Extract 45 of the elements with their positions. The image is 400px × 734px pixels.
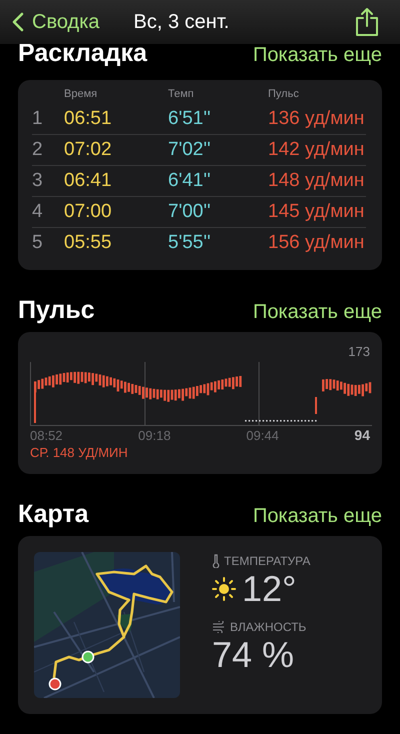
table-cell-text: 156 уд/мин xyxy=(268,232,366,254)
temperature-label: ТЕМПЕРАТУРА xyxy=(224,554,310,568)
column-header: Время xyxy=(64,88,98,100)
time-label: 08:52 xyxy=(30,428,64,442)
table-cell-text: 06:41 xyxy=(64,170,113,192)
chevron-left-icon xyxy=(12,12,24,32)
table-cell-text: 5'55'' xyxy=(168,232,212,254)
average-heart-rate: СР. 148 УД/МИН xyxy=(30,445,128,460)
table-cell-text: 145 уд/мин xyxy=(268,201,366,223)
max-label: 173 xyxy=(348,344,370,361)
table-cell-text: 06:51 xyxy=(64,108,113,130)
column-header: Темп xyxy=(168,88,195,100)
row-number: 3 xyxy=(32,170,44,192)
temperature-value: 12° xyxy=(242,568,296,610)
humidity-label: ВЛАЖНОСТЬ xyxy=(230,620,306,634)
show-more-link[interactable]: Показать еще xyxy=(252,505,382,528)
thermometer-icon xyxy=(212,554,220,568)
sun-icon xyxy=(212,577,236,601)
table-cell-text: 148 уд/мин xyxy=(268,170,366,192)
show-more-link[interactable]: Показать еще xyxy=(252,301,382,324)
row-number: 1 xyxy=(32,108,44,130)
table-cell-text: 7'00'' xyxy=(168,201,212,223)
time-label: 09:18 xyxy=(138,428,172,442)
table-cell-text: 6'41'' xyxy=(168,170,212,192)
table-cell-text: 7'02'' xyxy=(168,139,212,161)
wind-icon xyxy=(212,621,226,633)
table-cell-text: 142 уд/мин xyxy=(268,139,366,161)
table-cell-text: 07:00 xyxy=(64,201,113,223)
back-button[interactable]: Сводка xyxy=(12,10,100,34)
row-number: 4 xyxy=(32,201,44,223)
table-cell-text: 136 уд/мин xyxy=(268,108,366,130)
section-title: Карта xyxy=(18,500,89,529)
min-label: 94 xyxy=(354,427,370,443)
page-title: Вс, 3 сент. xyxy=(134,10,230,34)
table-cell-text: 6'51'' xyxy=(168,108,212,130)
show-more-link[interactable]: Показать еще xyxy=(252,46,382,64)
row-number: 2 xyxy=(32,139,44,161)
table-cell-text: 05:55 xyxy=(64,232,113,254)
column-header: Пульс xyxy=(268,88,300,100)
share-icon[interactable] xyxy=(354,7,380,37)
humidity-value: 74 % xyxy=(212,634,294,676)
time-label: 09:44 xyxy=(246,428,280,442)
row-number: 5 xyxy=(32,232,44,254)
section-title: Пульс xyxy=(18,296,95,325)
table-cell-text: 07:02 xyxy=(64,139,113,161)
